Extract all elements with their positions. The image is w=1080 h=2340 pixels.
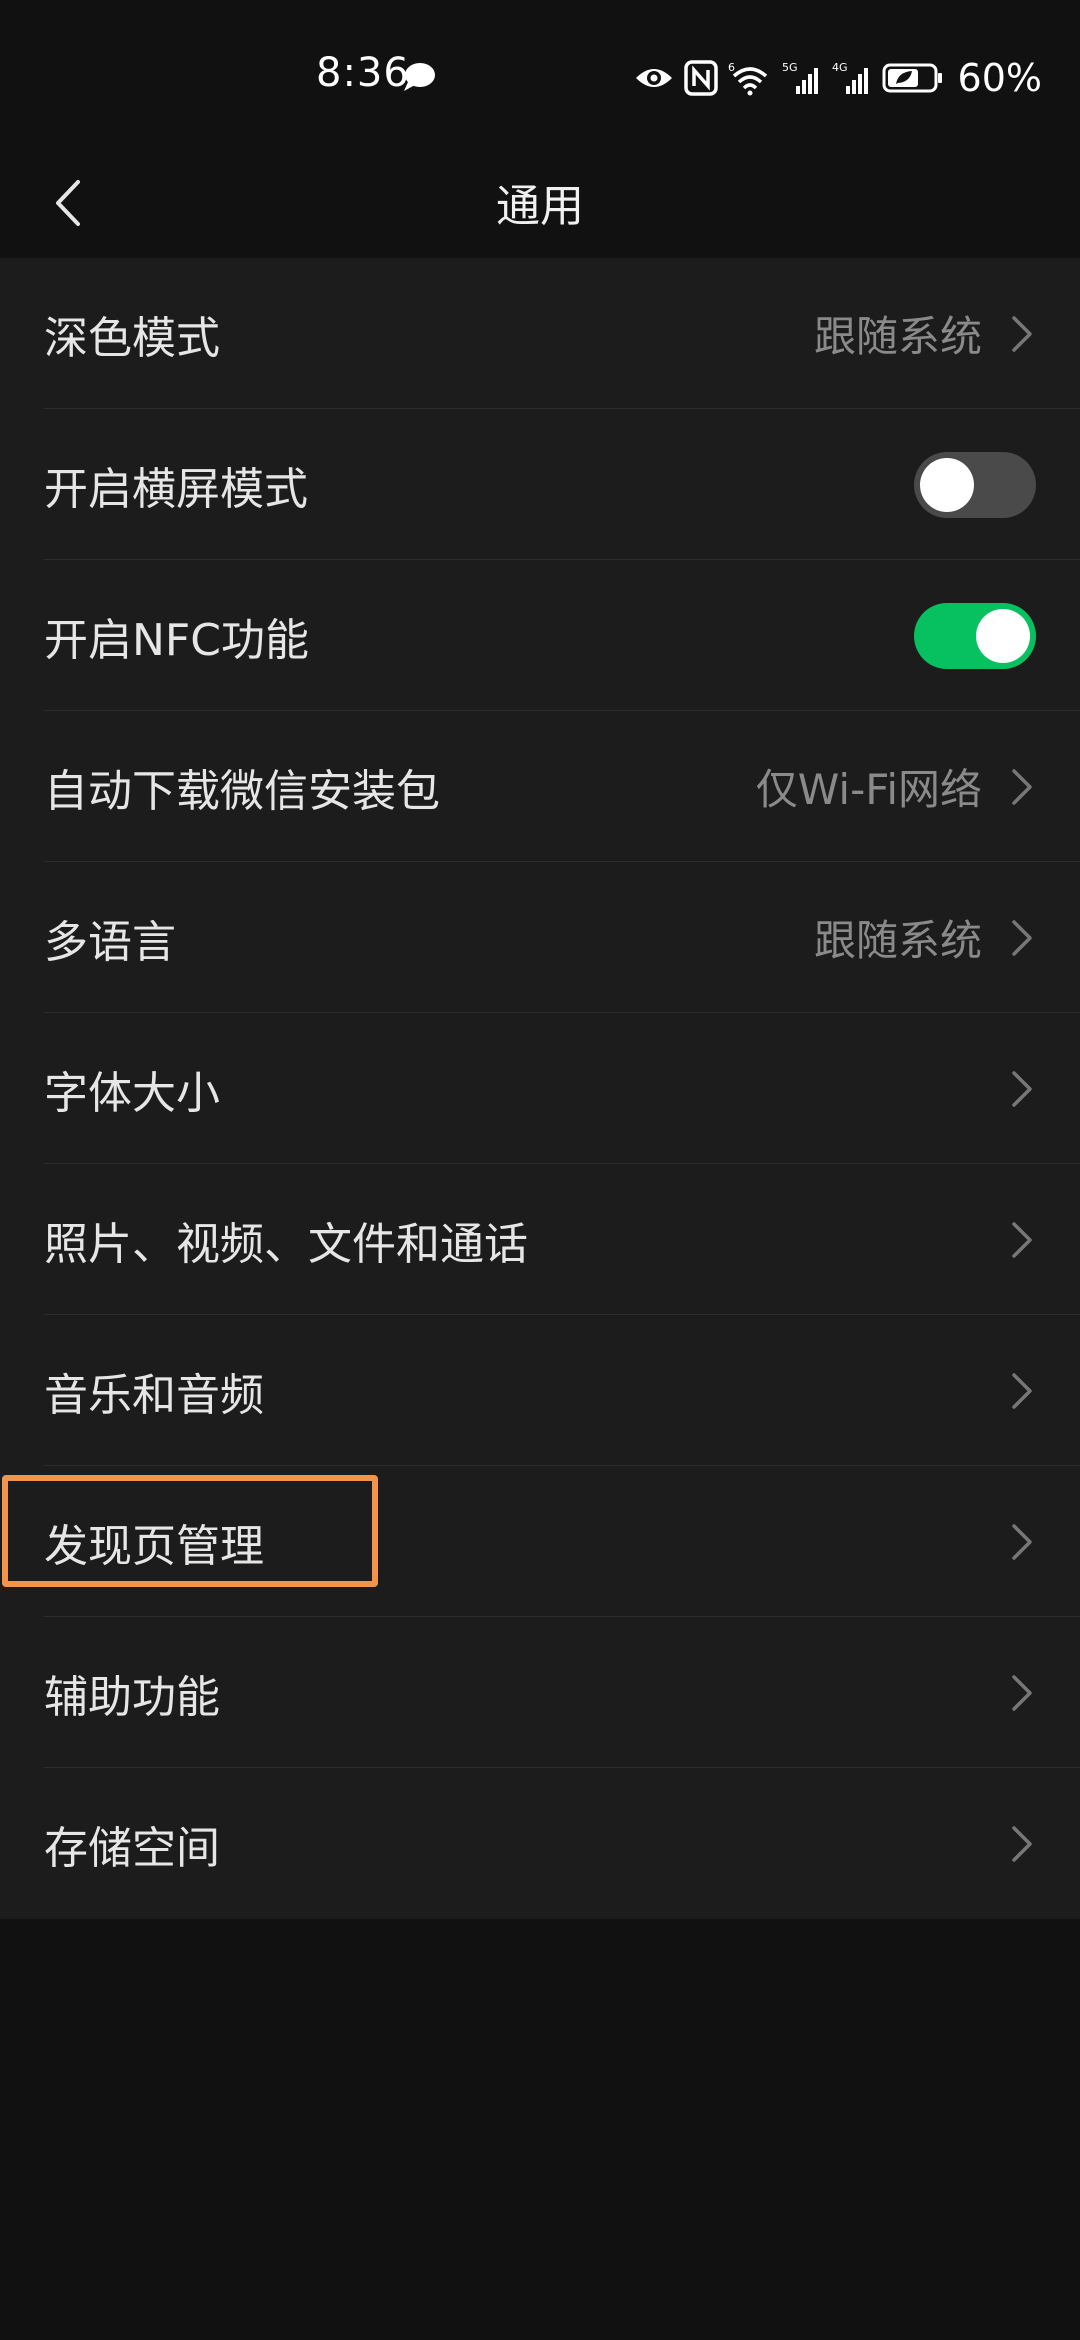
chevron-right-icon — [1012, 1372, 1032, 1409]
battery-leaf-icon — [882, 63, 942, 93]
chevron-right-icon — [1012, 1825, 1032, 1862]
row-label: 自动下载微信安装包 — [44, 765, 440, 817]
row-label: 字体大小 — [44, 1067, 220, 1119]
settings-row-dark-mode[interactable]: 深色模式 跟随系统 — [0, 258, 1080, 409]
row-label: 多语言 — [44, 916, 176, 968]
nav-bar: 通用 — [0, 150, 1080, 258]
wifi-6-icon: 6 — [728, 61, 767, 96]
row-label: 照片、视频、文件和通话 — [44, 1218, 528, 1270]
signal-4g-icon: 4G — [832, 61, 868, 94]
chevron-right-icon — [1012, 1070, 1032, 1107]
settings-row-auto-download[interactable]: 自动下载微信安装包 仅Wi-Fi网络 — [0, 711, 1080, 862]
row-label: 发现页管理 — [44, 1520, 264, 1572]
settings-row-accessibility[interactable]: 辅助功能 — [0, 1617, 1080, 1768]
chevron-right-icon — [1012, 1674, 1032, 1711]
toggle-knob — [976, 608, 1030, 663]
svg-text:5G: 5G — [782, 61, 798, 74]
status-bar: 8:36 6 5G 4G 60% — [0, 0, 1080, 150]
eye-icon — [635, 69, 672, 87]
settings-list: 深色模式 跟随系统 开启横屏模式 开启NFC功能 自动下载微信安装包 仅Wi-F… — [0, 258, 1080, 1919]
status-time: 8:36 — [316, 50, 410, 96]
row-label: 存储空间 — [44, 1822, 220, 1874]
chevron-right-icon — [1012, 315, 1032, 352]
svg-text:6: 6 — [728, 61, 735, 74]
page-title: 通用 — [496, 181, 584, 232]
row-value: 跟随系统 — [813, 916, 982, 965]
settings-row-media[interactable]: 照片、视频、文件和通话 — [0, 1164, 1080, 1315]
chevron-right-icon — [1012, 919, 1032, 956]
nfc-icon — [683, 60, 718, 96]
settings-row-font-size[interactable]: 字体大小 — [0, 1013, 1080, 1164]
svg-text:4G: 4G — [832, 61, 848, 74]
row-label: 深色模式 — [44, 312, 220, 364]
settings-row-music-audio[interactable]: 音乐和音频 — [0, 1315, 1080, 1466]
message-icon — [404, 63, 435, 91]
row-label: 辅助功能 — [44, 1671, 220, 1723]
settings-row-storage[interactable]: 存储空间 — [0, 1768, 1080, 1919]
settings-row-nfc: 开启NFC功能 — [0, 560, 1080, 711]
signal-5g-icon: 5G — [782, 61, 818, 94]
chevron-right-icon — [1012, 1221, 1032, 1258]
row-label: 音乐和音频 — [44, 1369, 264, 1421]
nfc-toggle[interactable] — [914, 602, 1036, 669]
battery-percentage: 60% — [957, 56, 1042, 100]
toggle-knob — [920, 457, 974, 512]
row-label: 开启NFC功能 — [44, 614, 309, 666]
settings-row-landscape-mode: 开启横屏模式 — [0, 409, 1080, 560]
landscape-mode-toggle[interactable] — [914, 451, 1036, 518]
status-icons: 6 5G 4G 60% — [634, 54, 1042, 102]
row-label: 开启横屏模式 — [44, 463, 308, 515]
chevron-right-icon — [1012, 768, 1032, 805]
row-value: 跟随系统 — [813, 312, 982, 361]
row-value: 仅Wi-Fi网络 — [755, 765, 982, 814]
settings-row-language[interactable]: 多语言 跟随系统 — [0, 862, 1080, 1013]
settings-row-discover-management[interactable]: 发现页管理 — [0, 1466, 1080, 1617]
chevron-right-icon — [1012, 1523, 1032, 1560]
